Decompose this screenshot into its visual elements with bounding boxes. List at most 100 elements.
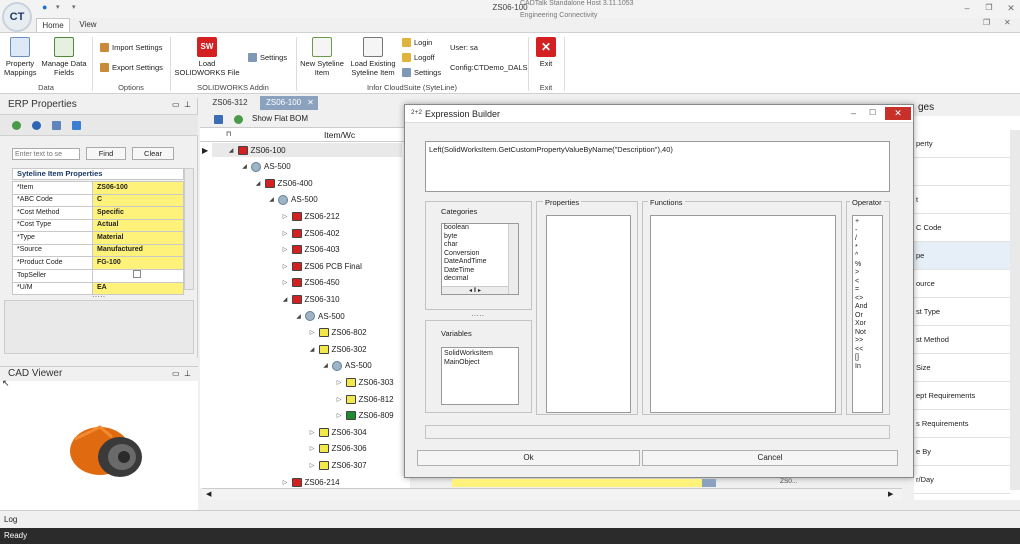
globe-icon[interactable] [32,121,41,130]
clear-button[interactable]: Clear [132,147,174,160]
tree-node[interactable]: ▷ ZS06-402 [282,226,340,240]
expand-arrow-icon[interactable]: ▷ [309,462,316,469]
tree-node[interactable]: ▷ ZS06 PCB Final [282,259,362,273]
operator-item[interactable]: <> [853,295,882,304]
collapse-arrow-icon[interactable]: ◢ [228,147,235,154]
expand-arrow-icon[interactable]: ▷ [282,230,289,237]
right-panel-row[interactable]: r/Day [914,466,1010,494]
panel-minimize-icon[interactable]: ▭ [172,100,180,109]
right-panel-row[interactable]: ept Requirements [914,382,1010,410]
cad-model-image[interactable] [60,419,150,484]
collapse-arrow-icon[interactable]: ◢ [282,296,289,303]
new-syteline-item-button[interactable]: New Syteline Item [298,37,346,77]
panel-pin-icon[interactable]: ⊥ [184,100,191,109]
refresh-icon[interactable] [234,115,243,124]
logoff-button[interactable]: Logoff [402,51,435,63]
expand-arrow-icon[interactable]: ▷ [309,445,316,452]
export-settings-button[interactable]: Export Settings [100,61,163,73]
tree-node[interactable]: ◢ AS-500 [268,193,318,207]
close-tab-icon[interactable]: ✕ [307,98,314,107]
variable-item[interactable]: MainObject [442,359,518,368]
erp-property-value[interactable]: Actual [92,218,184,232]
property-mappings-button[interactable]: Property Mappings [4,37,37,77]
erp-property-row[interactable]: *Product Code FG-100 [12,256,184,270]
tree-node[interactable]: ◢ ZS06-310 [282,292,340,306]
exit-button[interactable]: ✕ Exit [534,37,558,68]
erp-property-row[interactable]: *U/M EA [12,281,184,295]
dialog-maximize-button[interactable]: ☐ [869,108,876,117]
operator-item[interactable]: Not [853,329,882,338]
tree-node[interactable]: ▷ ZS06-812 [336,392,394,406]
operator-item[interactable]: ^ [853,252,882,261]
layout-icon[interactable] [72,121,81,130]
tree-node[interactable]: ▷ ZS06-450 [282,276,340,290]
category-item[interactable]: decimal [442,275,518,280]
category-item[interactable]: DateTime [442,267,518,276]
collapse-arrow-icon[interactable]: ◢ [322,362,329,369]
erp-property-value[interactable]: ZS06-100 [92,181,184,195]
category-item[interactable]: boolean [442,224,518,233]
collapse-arrow-icon[interactable]: ◢ [295,313,302,320]
tree-node[interactable]: ▷ ZS06-809 [336,409,394,423]
erp-property-row[interactable]: *Cost Method Specific [12,206,184,220]
expand-arrow-icon[interactable]: ▷ [282,263,289,270]
scroll-right-icon[interactable]: ▶ [888,490,893,498]
restore-button[interactable]: ❐ [982,2,996,14]
tree-node[interactable]: ◢ AS-500 [241,160,291,174]
right-panel-row[interactable]: perty [914,130,1010,158]
splitter-grip[interactable]: ····· [471,311,484,320]
expression-textbox[interactable]: Left(SolidWorksItem.GetCustomPropertyVal… [425,141,890,192]
panel-pin-icon[interactable]: ⊥ [184,369,191,378]
tree-node[interactable]: ◢ ZS06-302 [309,342,367,356]
erp-scrollbar[interactable] [184,168,194,290]
tree-node[interactable]: ▷ ZS06-306 [309,442,367,456]
operator-item[interactable]: In [853,363,882,372]
expand-arrow-icon[interactable]: ▷ [282,279,289,286]
login-button[interactable]: Login [402,36,432,48]
close-window-button[interactable]: ✕ [1004,2,1018,14]
operator-item[interactable]: + [853,218,882,227]
doc-tab-zs06-100[interactable]: ZS06-100 ✕ [260,96,318,110]
horizontal-scrollbar[interactable]: ◀ ▶ [202,488,902,500]
refresh-icon[interactable] [12,121,21,130]
sort-icon[interactable]: ⊓ [226,130,231,138]
erp-property-row[interactable]: *Item ZS06-100 [12,181,184,195]
erp-property-row[interactable]: *ABC Code C [12,193,184,207]
erp-property-value[interactable]: Material [92,231,184,245]
tree-node[interactable]: ▷ ZS06-307 [309,458,367,472]
infor-settings-button[interactable]: Settings [402,66,441,78]
ribbon-restore-icon[interactable]: ❐ [983,18,990,27]
expand-arrow-icon[interactable]: ▷ [336,379,343,386]
right-panel-row[interactable]: s Requirements [914,410,1010,438]
erp-property-value[interactable]: Specific [92,206,184,220]
tree-node[interactable]: ▷ ZS06-304 [309,425,367,439]
expand-arrow-icon[interactable]: ▷ [336,412,343,419]
properties-list[interactable] [546,215,631,413]
tab-view[interactable]: View [74,18,102,32]
expand-arrow-icon[interactable]: ▷ [309,429,316,436]
save-icon[interactable] [214,115,223,124]
dialog-close-button[interactable]: ✕ [885,107,911,120]
operator-item[interactable]: - [853,227,882,236]
log-tab[interactable]: Log [4,515,17,524]
tree-node[interactable]: ▷ ZS06-303 [336,375,394,389]
erp-property-row[interactable]: *Type Material [12,231,184,245]
category-item[interactable]: char [442,241,518,250]
show-flat-bom-button[interactable]: Show Flat BOM [252,114,308,123]
erp-property-row[interactable]: TopSeller [12,268,184,283]
erp-property-row[interactable]: *Source Manufactured [12,243,184,257]
tree-node[interactable]: ▷ ZS06-802 [309,326,367,340]
right-panel-scrollbar[interactable] [1010,130,1020,490]
import-settings-button[interactable]: Import Settings [100,41,162,53]
operator-item[interactable]: / [853,235,882,244]
tree-node[interactable]: ▷ ZS06-214 [282,475,340,489]
erp-property-value[interactable]: C [92,193,184,207]
load-solidworks-file-button[interactable]: SW Load SOLIDWORKS File [174,37,240,77]
collapse-arrow-icon[interactable]: ◢ [309,346,316,353]
collapse-arrow-icon[interactable]: ◢ [268,196,275,203]
load-existing-syteline-item-button[interactable]: Load Existing Syteline Item [348,37,398,77]
tree-node[interactable]: ▷ ZS06-403 [282,243,340,257]
panel-minimize-icon[interactable]: ▭ [172,369,180,378]
functions-list[interactable] [650,215,836,413]
expand-arrow-icon[interactable]: ▷ [282,213,289,220]
